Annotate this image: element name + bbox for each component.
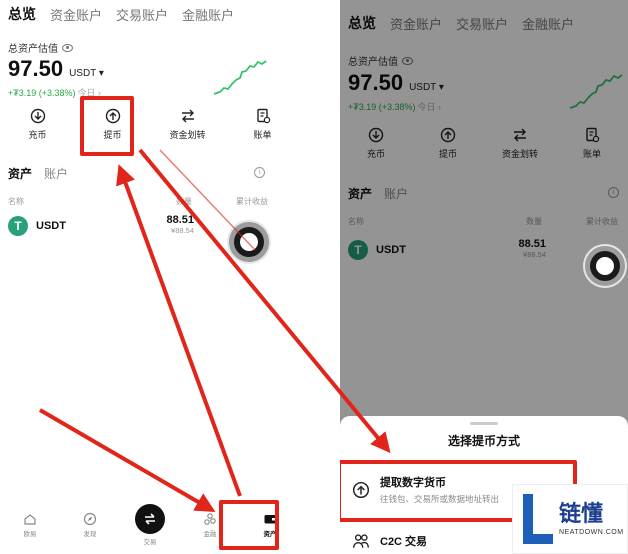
sheet-title: 选择提币方式 bbox=[447, 434, 520, 448]
balance-value: 97.50 bbox=[8, 56, 64, 81]
assistive-touch-button[interactable] bbox=[585, 246, 625, 286]
estimate-label: 总资产估值 bbox=[8, 40, 73, 55]
top-tabs: 总览 资金账户 交易账户 金融账户 bbox=[8, 4, 234, 24]
sheet-handle[interactable] bbox=[470, 422, 498, 425]
trade-icon bbox=[135, 504, 165, 534]
balance-unit[interactable]: USDT ▾ bbox=[69, 68, 104, 79]
tab-trading[interactable]: 交易账户 bbox=[116, 5, 168, 24]
usdt-logo-icon: T bbox=[8, 216, 28, 236]
highlight-withdraw bbox=[80, 96, 134, 156]
discover-icon bbox=[83, 512, 97, 526]
nav-trade[interactable]: 交易 bbox=[130, 504, 170, 546]
transfer-button[interactable]: 资金划转 bbox=[150, 108, 225, 141]
tab-funding[interactable]: 资金账户 bbox=[50, 5, 102, 24]
brand-watermark: 链懂 NEATDOWN.COM bbox=[512, 484, 628, 554]
tab-overview[interactable]: 总览 bbox=[8, 4, 36, 24]
sparkline-chart bbox=[213, 60, 267, 95]
right-screen: 总览 资金账户 交易账户 金融账户 总资产估值 97.50 USDT ▾ +₮3… bbox=[340, 0, 628, 554]
assistive-touch-button[interactable] bbox=[229, 222, 269, 262]
left-screen: 总览 资金账户 交易账户 金融账户 总资产估值 97.50 USDT ▾ +₮3… bbox=[0, 0, 300, 554]
bill-icon bbox=[256, 108, 270, 124]
people-icon bbox=[353, 534, 369, 548]
tab-assets[interactable]: 资产 bbox=[8, 165, 32, 182]
column-qty: 数量 bbox=[176, 197, 192, 206]
column-name: 名称 bbox=[8, 197, 24, 206]
action-row: 充币 提币 资金划转 账单 bbox=[0, 108, 300, 141]
eye-icon[interactable] bbox=[62, 43, 73, 52]
tab-accounts[interactable]: 账户 bbox=[44, 165, 68, 182]
deposit-icon bbox=[30, 108, 45, 124]
column-pnl: 累计收益 bbox=[236, 197, 268, 206]
home-icon bbox=[24, 514, 36, 525]
balance: 97.50 USDT ▾ bbox=[8, 56, 104, 82]
coin-symbol: USDT bbox=[36, 220, 66, 232]
highlight-assets-nav bbox=[219, 500, 279, 550]
section-tabs: 资产 账户 bbox=[8, 165, 68, 182]
coin-amount: 88.51 ¥88.54 bbox=[166, 214, 194, 235]
finance-icon bbox=[204, 513, 216, 525]
deposit-button[interactable]: 充币 bbox=[0, 108, 75, 141]
transfer-icon bbox=[181, 109, 194, 123]
tab-finance[interactable]: 金融账户 bbox=[182, 5, 234, 24]
brand-logo-icon bbox=[519, 494, 553, 544]
info-icon[interactable]: i bbox=[254, 167, 265, 178]
coin-row[interactable]: T USDT bbox=[8, 216, 66, 236]
nav-home[interactable]: 欧易 bbox=[10, 512, 50, 538]
nav-discover[interactable]: 发现 bbox=[70, 512, 110, 538]
option-c2c-trade[interactable]: C2C 交易 bbox=[352, 532, 427, 550]
bill-button[interactable]: 账单 bbox=[225, 108, 300, 141]
